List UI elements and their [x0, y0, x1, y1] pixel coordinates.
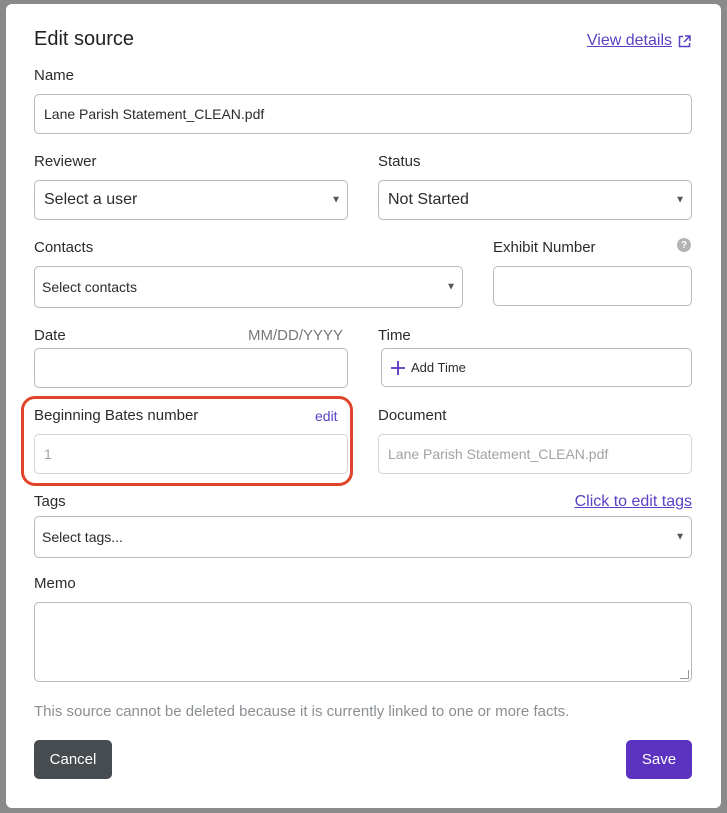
bates-highlight-box — [21, 396, 353, 486]
caret-down-icon: ▼ — [675, 531, 685, 543]
memo-label: Memo — [34, 575, 76, 592]
exhibit-number-label: Exhibit Number — [493, 239, 596, 256]
save-button[interactable]: Save — [626, 740, 692, 779]
view-details-label[interactable]: View details — [587, 32, 672, 50]
tags-value: Select tags... — [42, 529, 123, 545]
caret-down-icon: ▼ — [331, 194, 341, 206]
memo-textarea[interactable] — [34, 602, 692, 682]
cancel-label: Cancel — [49, 751, 97, 768]
add-time-button[interactable]: Add Time — [381, 348, 692, 387]
view-details-link[interactable]: View details — [587, 32, 691, 50]
plus-icon — [391, 360, 405, 375]
reviewer-select[interactable]: Select a user ▼ — [34, 180, 348, 220]
reviewer-value: Select a user — [44, 191, 138, 208]
modal-title: Edit source — [34, 28, 135, 50]
document-label: Document — [378, 407, 447, 424]
exhibit-number-input[interactable] — [493, 266, 692, 306]
status-select[interactable]: Not Started ▼ — [378, 180, 692, 220]
add-time-label: Add Time — [411, 360, 466, 375]
resize-grip-icon[interactable] — [680, 670, 689, 679]
edit-source-modal: Edit source View details Name Lane Paris… — [6, 4, 721, 808]
status-value: Not Started — [388, 191, 469, 208]
tags-select[interactable]: Select tags... ▼ — [34, 516, 692, 558]
name-value: Lane Parish Statement_CLEAN.pdf — [44, 106, 265, 122]
document-value: Lane Parish Statement_CLEAN.pdf — [388, 446, 609, 462]
edit-tags-link[interactable]: Click to edit tags — [575, 493, 692, 511]
help-icon[interactable]: ? — [677, 238, 691, 252]
cancel-button[interactable]: Cancel — [34, 740, 112, 779]
contacts-select[interactable]: Select contacts ▼ — [34, 266, 463, 308]
save-label: Save — [641, 751, 677, 768]
date-format-hint: MM/DD/YYYY — [248, 327, 344, 344]
contacts-value: Select contacts — [42, 279, 137, 295]
external-link-icon — [678, 34, 691, 47]
reviewer-label: Reviewer — [34, 153, 97, 170]
status-label: Status — [378, 153, 421, 170]
name-input[interactable]: Lane Parish Statement_CLEAN.pdf — [34, 94, 692, 134]
time-label: Time — [378, 327, 411, 344]
caret-down-icon: ▼ — [446, 281, 456, 293]
delete-restriction-note: This source cannot be deleted because it… — [34, 703, 570, 720]
contacts-label: Contacts — [34, 239, 94, 256]
caret-down-icon: ▼ — [675, 194, 685, 206]
document-input[interactable]: Lane Parish Statement_CLEAN.pdf — [378, 434, 692, 474]
date-input[interactable] — [34, 348, 348, 388]
name-label: Name — [34, 67, 75, 84]
tags-label: Tags — [34, 493, 66, 510]
date-label: Date — [34, 327, 66, 344]
